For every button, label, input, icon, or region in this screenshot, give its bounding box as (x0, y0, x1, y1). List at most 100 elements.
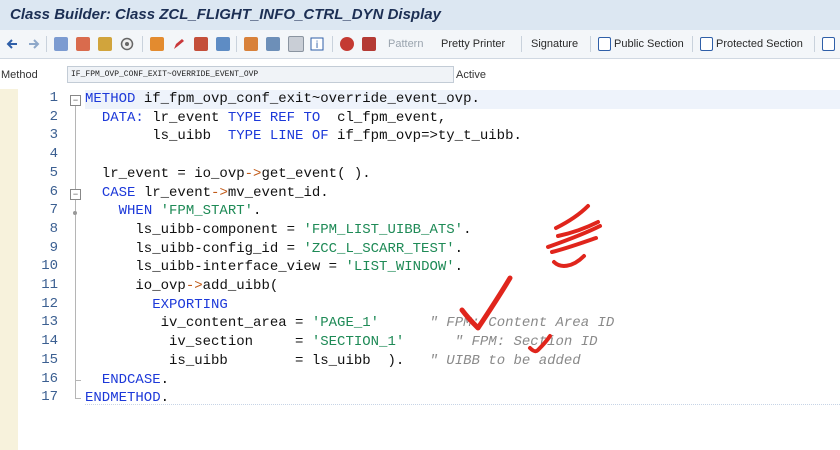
line-number: 9 (49, 239, 58, 256)
code-string: 'ZCC_L_SCARR_TEST' (303, 240, 455, 257)
hierarchy-icon[interactable] (194, 35, 208, 53)
line-number: 10 (41, 258, 58, 275)
pattern-insert-icon[interactable] (266, 35, 280, 53)
code-keyword: ENDCASE (101, 371, 161, 388)
code-string: 'SECTION_1' (311, 334, 405, 351)
method-name-field[interactable]: IF_FPM_OVP_CONF_EXIT~OVERRIDE_EVENT_OVP (67, 66, 454, 83)
layout-icon[interactable] (362, 35, 376, 53)
line-number: 13 (41, 314, 58, 331)
line-number: 14 (41, 333, 58, 350)
code-editor[interactable]: 1 2 3 4 5 6 7 8 9 10 11 12 13 14 15 16 17 − − METHOD if_f… (0, 89, 840, 450)
protected-section-icon[interactable] (700, 35, 713, 53)
window-icon[interactable] (288, 35, 304, 53)
check-icon[interactable] (120, 35, 134, 53)
line-number: 11 (41, 277, 58, 293)
code-keyword: WHEN (118, 203, 153, 220)
code-line[interactable]: WHEN 'FPM_START'. (85, 202, 262, 221)
code-token: . (253, 203, 262, 220)
code-line[interactable]: EXPORTING (85, 296, 228, 315)
code-line[interactable]: iv_section = 'SECTION_1' " FPM: Section … (85, 333, 598, 352)
editor-gutter (0, 89, 19, 450)
line-number: 15 (41, 351, 58, 368)
other-object-icon[interactable] (54, 35, 68, 53)
line-numbers: 1 2 3 4 5 6 7 8 9 10 11 12 13 14 15 16 17 (18, 89, 62, 450)
code-string: 'LIST_WINDOW' (345, 259, 455, 276)
code-comment: " UIBB to be added (429, 352, 581, 369)
toolbar-separator (521, 36, 522, 52)
code-token: add_uibb( (202, 278, 279, 294)
code-line[interactable]: iv_content_area = 'PAGE_1' " FPM: Conten… (85, 314, 615, 333)
code-token: lr_event (143, 109, 228, 126)
code-token: . (160, 371, 170, 388)
code-token: ls_uibb-config_id = (85, 240, 304, 257)
toolbar-separator (46, 36, 47, 52)
code-token: lr_event (135, 184, 212, 201)
code-operator: -> (185, 278, 203, 294)
code-line[interactable]: CASE lr_event->mv_event_id. (85, 184, 329, 203)
protected-section-button[interactable]: Protected Section (716, 38, 803, 50)
pattern-button[interactable]: Pattern (388, 38, 423, 50)
code-line[interactable]: ENDMETHOD. (85, 389, 169, 408)
back-arrow-icon[interactable] (6, 35, 20, 53)
fold-guide-end (75, 398, 81, 400)
code-token: io_ovp (85, 278, 186, 294)
line-number: 17 (41, 389, 58, 406)
code-token: get_event( ). (261, 165, 371, 182)
fold-toggle-icon[interactable]: − (70, 95, 81, 106)
object-list-icon[interactable] (244, 35, 258, 53)
code-token: if_fpm_ovp_conf_exit~override_event_ovp. (135, 91, 480, 107)
fold-toggle-icon[interactable]: − (70, 188, 81, 200)
code-line[interactable]: DATA: lr_event TYPE REF TO cl_fpm_event, (85, 109, 446, 128)
code-line[interactable]: lr_event = io_ovp->get_event( ). (85, 165, 371, 184)
info-icon[interactable]: i (310, 35, 324, 53)
private-section-icon[interactable] (822, 35, 835, 53)
toolbar-separator (692, 36, 693, 52)
code-string: 'FPM_START' (160, 203, 254, 220)
code-area[interactable]: METHOD if_fpm_ovp_conf_exit~override_eve… (85, 89, 840, 450)
public-section-icon[interactable] (598, 35, 611, 53)
code-token: mv_event_id. (227, 184, 329, 201)
application-toolbar: i Pattern Pretty Printer Signature Publi… (0, 30, 840, 59)
code-line[interactable]: ls_uibb-interface_view = 'LIST_WINDOW'. (85, 258, 463, 277)
code-token: ls_uibb-component = (85, 221, 304, 238)
code-line[interactable]: METHOD if_fpm_ovp_conf_exit~override_eve… (85, 90, 840, 109)
activate-icon[interactable] (98, 35, 112, 53)
code-token: . (454, 259, 464, 276)
code-token: ls_uibb-interface_view = (85, 259, 346, 276)
svg-text:i: i (316, 40, 319, 51)
display-change-icon[interactable] (76, 35, 90, 53)
code-line[interactable]: ls_uibb TYPE LINE OF if_fpm_ovp=>ty_t_ui… (85, 127, 522, 146)
pretty-printer-button[interactable]: Pretty Printer (441, 38, 505, 50)
navigate-icon[interactable] (216, 35, 230, 53)
code-line[interactable]: io_ovp->add_uibb( (85, 277, 278, 296)
where-used-icon[interactable] (150, 35, 164, 53)
code-comment: " FPM: Section ID (454, 334, 598, 351)
line-number: 16 (41, 370, 58, 387)
code-operator: -> (211, 184, 228, 201)
code-line[interactable]: ENDCASE. (85, 371, 169, 390)
code-line[interactable]: ls_uibb-component = 'FPM_LIST_UIBB_ATS'. (85, 221, 471, 240)
code-keyword: TYPE LINE OF (227, 128, 329, 145)
public-section-button[interactable]: Public Section (614, 38, 684, 50)
signature-button[interactable]: Signature (531, 38, 578, 50)
help-icon[interactable] (340, 35, 354, 53)
fold-dot (73, 211, 77, 216)
line-number: 7 (49, 202, 58, 219)
code-token: iv_section = (85, 334, 312, 351)
edit-icon[interactable] (172, 35, 186, 53)
code-token: cl_fpm_event, (320, 109, 447, 126)
code-line[interactable]: ls_uibb-config_id = 'ZCC_L_SCARR_TEST'. (85, 240, 463, 259)
toolbar-separator (814, 36, 815, 52)
toolbar-separator (590, 36, 591, 52)
forward-arrow-icon[interactable] (26, 35, 40, 53)
code-line[interactable]: is_uibb = ls_uibb ). " UIBB to be added (85, 352, 581, 371)
code-string: 'FPM_LIST_UIBB_ATS' (303, 221, 464, 238)
code-token: ls_uibb (85, 128, 228, 145)
end-of-code-guide (85, 404, 840, 405)
